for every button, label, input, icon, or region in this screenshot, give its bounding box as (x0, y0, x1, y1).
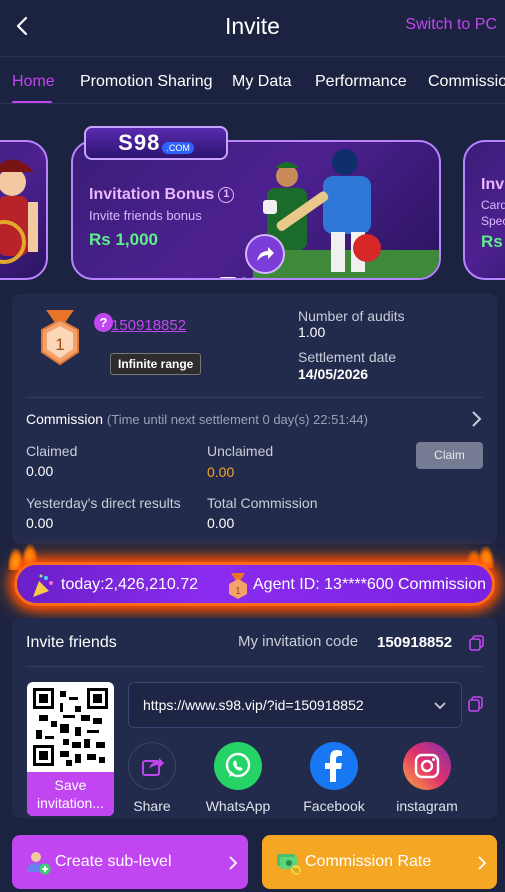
unclaimed-label: Unclaimed (207, 443, 274, 459)
banner-next-amount: Rs (481, 232, 503, 251)
commission-marquee: today:2,426,210.72 1 Agent ID: 13****600… (8, 544, 501, 614)
medal-icon: 1 (229, 573, 247, 599)
carousel-dots (219, 270, 261, 278)
yesterday-value: 0.00 (26, 515, 54, 531)
total-commission-label: Total Commission (207, 495, 318, 511)
banner-card-invitation-bonus[interactable]: Invitation Bonus 1 Invite friends bonus R… (71, 140, 441, 280)
unclaimed-value: 0.00 (207, 464, 235, 480)
banner-card-next[interactable]: Invi Card Spec Rs (463, 140, 505, 280)
header: Invite Switch to PC (0, 0, 505, 54)
share-icon (128, 742, 176, 790)
chevron-down-icon (434, 702, 446, 710)
banner-carousel[interactable]: Invitation Bonus 1 Invite friends bonus R… (0, 118, 505, 288)
create-sub-level-button[interactable]: Create sub-level (12, 835, 248, 889)
svg-text:1: 1 (235, 586, 241, 597)
info-icon: 1 (218, 186, 235, 203)
commission-rate-button[interactable]: % Commission Rate (262, 835, 497, 889)
chevron-right-icon[interactable] (469, 409, 483, 429)
facebook-icon (310, 742, 358, 790)
banner-next-title: Invi (481, 176, 505, 193)
copy-code-icon[interactable] (469, 635, 485, 651)
divider (26, 666, 483, 667)
invite-friends-title: Invite friends (26, 634, 117, 651)
invitation-code-label: My invitation code (238, 633, 359, 650)
marquee-bar: today:2,426,210.72 1 Agent ID: 13****600… (14, 562, 495, 606)
settlement-label: Settlement date (298, 349, 397, 365)
banner-amount: Rs 1,000 (89, 230, 158, 249)
chevron-right-icon (478, 856, 487, 870)
banner-card-previous[interactable] (0, 140, 48, 280)
tab-commission[interactable]: Commission (428, 73, 505, 91)
share-button[interactable]: Share (117, 742, 187, 814)
commission-header[interactable]: Commission (Time until next settlement 0… (26, 411, 368, 427)
commission-rate-label: Commission Rate (305, 853, 432, 870)
settlement-value: 14/05/2026 (298, 366, 369, 382)
share-arrow-icon[interactable] (245, 234, 285, 274)
total-commission-value: 0.00 (207, 515, 235, 531)
invitation-code: 150918852 (377, 634, 453, 651)
claimed-value: 0.00 (26, 463, 54, 479)
level-medal-icon: 1 (41, 310, 79, 366)
instagram-icon (403, 742, 451, 790)
marquee-agent: Agent ID: 13****600 Commission (253, 576, 487, 593)
audits-label: Number of audits (298, 308, 405, 324)
divider (26, 397, 483, 398)
qr-code-image (33, 688, 108, 766)
party-popper-icon (33, 574, 53, 597)
claim-button[interactable]: Claim (416, 442, 483, 469)
svg-text:1: 1 (55, 335, 64, 354)
save-invitation-button[interactable]: Save invitation... (27, 772, 114, 816)
tab-my-data[interactable]: My Data (232, 73, 292, 91)
account-id-link[interactable]: 150918852 (111, 317, 186, 334)
add-user-icon (27, 852, 51, 875)
switch-to-pc-link[interactable]: Switch to PC (405, 16, 497, 34)
tab-bar: Home Promotion Sharing My Data Performan… (0, 56, 505, 104)
active-tab-indicator (12, 101, 52, 103)
whatsapp-button[interactable]: WhatsApp (203, 742, 273, 814)
yesterday-label: Yesterday's direct results (26, 495, 181, 511)
s98-logo: S98 .COM (84, 126, 228, 160)
tab-home[interactable]: Home (12, 73, 55, 91)
invite-url: https://www.s98.vip/?id=150918852 (143, 697, 364, 713)
banner-subtitle: Invite friends bonus (89, 208, 202, 223)
claimed-label: Claimed (26, 443, 78, 459)
copy-url-icon[interactable] (468, 696, 484, 712)
instagram-button[interactable]: instagram (392, 742, 462, 814)
tab-promotion-sharing[interactable]: Promotion Sharing (80, 73, 213, 91)
create-sub-level-label: Create sub-level (55, 853, 172, 870)
banner-next-line2: Spec (481, 214, 505, 228)
chevron-right-icon (229, 856, 238, 870)
marquee-today: today:2,426,210.72 (61, 576, 199, 593)
tab-performance[interactable]: Performance (315, 73, 407, 91)
account-stats-panel: 1 ? 150918852 Infinite range Number of a… (12, 294, 497, 544)
money-icon: % (277, 854, 301, 875)
invite-url-select[interactable]: https://www.s98.vip/?id=150918852 (128, 682, 462, 728)
svg-text:%: % (293, 868, 299, 875)
range-badge: Infinite range (110, 353, 202, 375)
whatsapp-icon (214, 742, 262, 790)
qr-code-card[interactable]: Save invitation... (27, 682, 114, 816)
banner-next-line1: Card (481, 198, 505, 212)
facebook-button[interactable]: Facebook (299, 742, 369, 814)
audits-value: 1.00 (298, 324, 326, 340)
banner-title: Invitation Bonus 1 (89, 186, 235, 204)
invite-friends-panel: Invite friends My invitation code 150918… (12, 618, 497, 818)
pirate-character-image (0, 159, 38, 264)
